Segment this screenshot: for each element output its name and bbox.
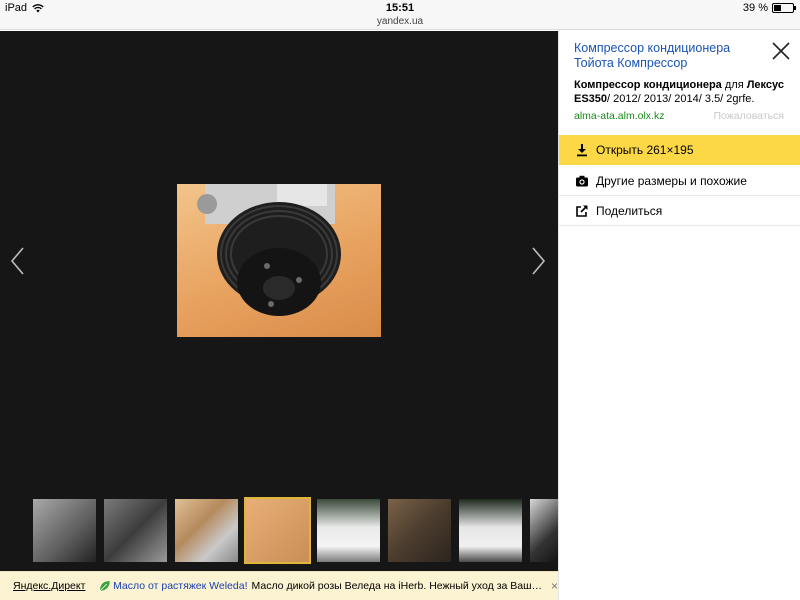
close-icon[interactable] — [771, 41, 791, 61]
battery-percent: 39 % — [742, 2, 768, 14]
desc-plain-1: для — [721, 79, 747, 91]
close-icon[interactable]: × — [551, 579, 558, 593]
thumbnail[interactable] — [459, 499, 522, 562]
source-link[interactable]: alma-ata.alm.olx.kz — [574, 110, 664, 122]
camera-icon — [576, 175, 588, 186]
thumbnail-active[interactable] — [244, 497, 311, 564]
battery-fill — [774, 5, 781, 11]
share-icon — [576, 204, 588, 217]
image-viewer — [0, 31, 562, 571]
share-label: Поделиться — [596, 203, 663, 218]
similar-images-label: Другие размеры и похожие — [596, 173, 747, 188]
main-image[interactable] — [177, 184, 381, 337]
open-original-label: Открыть 261×195 — [596, 143, 694, 157]
desc-plain-2: / 2012/ 2013/ 2014/ 3.5/ 2grfe. — [607, 93, 755, 105]
thumbnail[interactable] — [33, 499, 96, 562]
share-button[interactable]: Поделиться — [559, 196, 800, 226]
thumbnail[interactable] — [317, 499, 380, 562]
status-bar: iPad 15:51 yandex.ua 39 % — [0, 0, 800, 30]
thumbnail[interactable] — [175, 499, 238, 562]
status-right: 39 % — [742, 2, 796, 14]
chevron-right-icon[interactable] — [528, 246, 548, 276]
ad-bar: Яндекс.Директ Масло от растяжек Weleda! … — [0, 571, 558, 600]
ad-text: Масло дикой розы Веледа на iHerb. Нежный… — [251, 580, 543, 592]
report-link[interactable]: Пожаловаться — [713, 110, 784, 122]
battery-icon — [772, 3, 796, 13]
address-bar[interactable]: yandex.ua — [0, 16, 800, 27]
info-panel: Компрессор кондиционера Тойота Компрессо… — [558, 31, 800, 600]
ad-title-link[interactable]: Масло от растяжек Weleda! — [113, 580, 247, 592]
clock: 15:51 — [385, 2, 415, 14]
thumbnail[interactable] — [388, 499, 451, 562]
chevron-left-icon[interactable] — [8, 246, 28, 276]
leaf-icon — [100, 581, 111, 592]
similar-images-button[interactable]: Другие размеры и похожие — [559, 166, 800, 196]
desc-bold-1: Компрессор кондиционера — [574, 79, 722, 91]
download-icon — [577, 144, 587, 157]
image-title-link[interactable]: Компрессор кондиционера Тойота Компрессо… — [574, 41, 764, 71]
compressor-illustration — [197, 184, 341, 316]
open-original-button[interactable]: Открыть 261×195 — [559, 135, 800, 165]
thumbnail[interactable] — [104, 499, 167, 562]
thumbnail-strip — [33, 497, 562, 564]
ad-source-link[interactable]: Яндекс.Директ — [13, 580, 85, 592]
image-description: Компрессор кондиционера для Лексус ES350… — [574, 78, 794, 106]
